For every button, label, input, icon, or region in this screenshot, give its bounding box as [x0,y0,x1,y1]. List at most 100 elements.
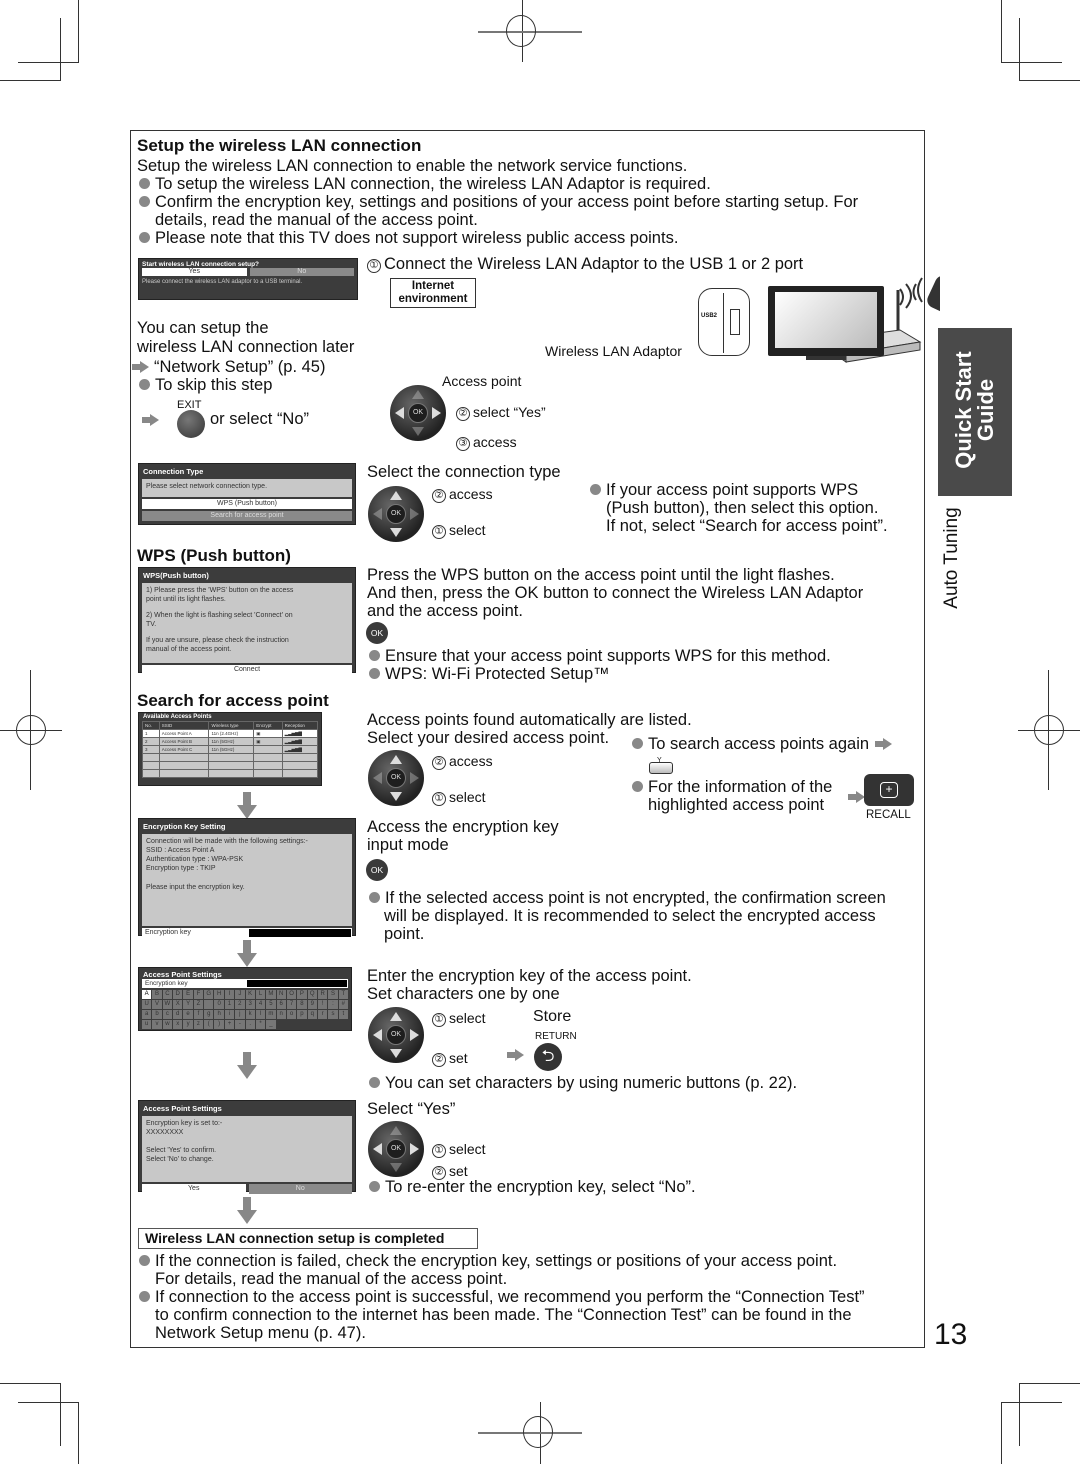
keyboard-key[interactable]: 5 [266,1000,276,1009]
wps-option[interactable]: WPS (Push button) [142,499,352,509]
keyboard-key[interactable]: V [152,1000,162,1009]
keyboard-key[interactable]: x [173,1020,183,1029]
keyboard-key[interactable]: k [245,1010,255,1019]
keyboard-key[interactable]: X [173,1000,183,1009]
keyboard-key[interactable]: D [173,990,183,999]
ok-button-icon: OK [366,859,388,881]
select-text: select [449,522,486,538]
keyboard-key[interactable]: T [338,990,348,999]
keyboard-key[interactable]: 6 [276,1000,286,1009]
keyboard-key[interactable]: 3 [245,1000,255,1009]
access-point-row[interactable]: 2 Access Point B 11n (5GHz) ▣ ▂▃▅▆▇ [142,737,319,746]
keyboard-key[interactable]: ) [214,1020,224,1029]
keyboard-key[interactable]: A [142,990,152,999]
keyboard-key[interactable]: # [338,1000,348,1009]
arrow-icon [507,1049,524,1061]
wps-text-3: and the access point. [367,602,523,620]
keyboard-key[interactable]: m [266,1010,276,1019]
keyboard-key[interactable]: o [286,1010,297,1019]
keyboard-key[interactable]: 1 [224,1000,235,1009]
keyboard-key[interactable]: S [328,990,338,999]
keyboard-key[interactable]: I [224,990,235,999]
confirm-yes-option[interactable]: Yes [142,1184,246,1194]
keyboard-key[interactable]: W [162,1000,173,1009]
keyboard-key[interactable]: f [193,1010,204,1019]
keyboard-key[interactable]: c [162,1010,173,1019]
search-option[interactable]: Search for access point [142,511,352,521]
keyboard-key[interactable]: 7 [286,1000,297,1009]
keyboard-key[interactable]: N [276,990,286,999]
keyboard-key[interactable]: n [276,1010,286,1019]
keyboard-key[interactable]: i [224,1010,235,1019]
keyboard-key[interactable]: B [152,990,162,999]
search-text-2: Select your desired access point. [367,729,610,747]
keyboard-key[interactable]: : [328,1000,338,1009]
keyboard-key[interactable]: O [286,990,297,999]
encryption-key-input[interactable] [246,980,347,987]
keyboard-key[interactable]: 9 [307,1000,317,1009]
keyboard-key[interactable]: + [224,1020,235,1029]
down-arrow-icon [237,1197,257,1225]
keyboard-key[interactable]: K [245,990,255,999]
keyboard-key[interactable]: 4 [255,1000,266,1009]
recall-button-icon: + [864,774,914,806]
header-bullet: To setup the wireless LAN connection, th… [139,175,711,193]
keyboard-key[interactable]: Z [193,1000,204,1009]
osd-no-option[interactable]: No [249,268,354,276]
keyboard-key[interactable]: s [328,1010,338,1019]
keyboard-key[interactable]: d [173,1010,183,1019]
keyboard-key[interactable]: g [204,1010,214,1019]
keyboard-key[interactable]: a [142,1010,152,1019]
keyboard-key[interactable]: H [214,990,224,999]
keyboard-key[interactable]: q [307,1010,317,1019]
keyboard-key[interactable]: J [235,990,245,999]
confirm-no-option[interactable]: No [248,1184,352,1194]
keyboard-key[interactable]: * [255,1020,266,1029]
keyboard-key[interactable]: ( [204,1020,214,1029]
keyboard-key[interactable]: - [235,1020,245,1029]
keyboard-key[interactable]: E [183,990,193,999]
keyboard-key[interactable]: b [152,1010,162,1019]
keyboard-key[interactable]: 2 [235,1000,245,1009]
character-keyboard[interactable]: ABCDEFGHIJKLMNOPQRST UVWXYZ 0 1 2 3 4 5 6 7 8 9!: #… [142,990,348,1029]
keyboard-key[interactable]: G [204,990,214,999]
connect-button[interactable]: Connect [142,665,352,675]
access-point-row[interactable]: 3 Access Point C 11n (5GHz) ▂▃▅▆▇ [142,745,319,754]
yellow-button-icon [649,762,673,774]
keyboard-key[interactable]: F [193,990,204,999]
encryption-key-input[interactable] [248,929,351,937]
keyboard-key[interactable]: z [193,1020,204,1029]
keyboard-key[interactable]: u [142,1020,152,1029]
keyboard-key[interactable]: _ [266,1020,276,1029]
keyboard-text-1: Enter the encryption key of the access p… [367,967,692,985]
keyboard-key[interactable]: M [266,990,276,999]
keyboard-key[interactable]: Q [307,990,317,999]
page-title: Setup the wireless LAN connection [137,136,422,155]
access-point-row[interactable]: 1 Access Point A 11n (2.4GHz) ▣ ▂▃▅▆▇ [142,729,319,738]
keyboard-key[interactable]: h [214,1010,224,1019]
keyboard-key[interactable] [204,1000,214,1009]
remote-dpad-icon: OK [368,1007,424,1063]
info-text-2: highlighted access point [648,796,825,814]
keyboard-key[interactable]: 8 [297,1000,307,1009]
keyboard-key[interactable]: C [162,990,173,999]
search-again-text: To search access points again [648,735,870,753]
keyboard-key[interactable]: j [235,1010,245,1019]
keyboard-key[interactable]: L [255,990,266,999]
keyboard-key[interactable]: R [317,990,328,999]
keyboard-key[interactable]: e [183,1010,193,1019]
keyboard-key[interactable]: w [162,1020,173,1029]
keyboard-key[interactable]: l [255,1010,266,1019]
keyboard-key[interactable]: r [317,1010,328,1019]
keyboard-key[interactable]: P [297,990,307,999]
keyboard-key[interactable]: p [297,1010,307,1019]
keyboard-key[interactable]: ! [317,1000,328,1009]
keyboard-key[interactable]: 0 [214,1000,224,1009]
keyboard-key[interactable]: Y [183,1000,193,1009]
keyboard-key[interactable]: . [245,1020,255,1029]
keyboard-key[interactable]: t [338,1010,348,1019]
osd-yes-option[interactable]: Yes [142,268,247,276]
keyboard-key[interactable]: U [142,1000,152,1009]
keyboard-key[interactable]: v [152,1020,162,1029]
keyboard-key[interactable]: y [183,1020,193,1029]
